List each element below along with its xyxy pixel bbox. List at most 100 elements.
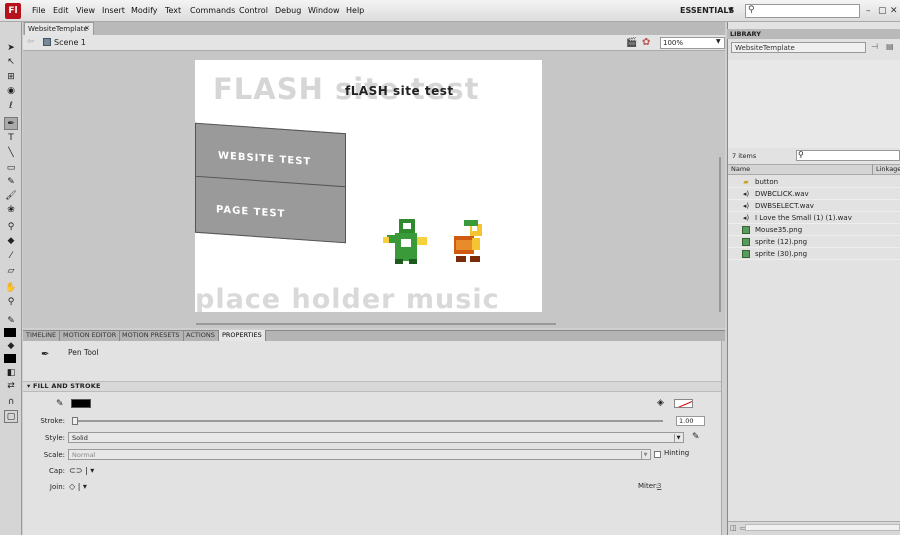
stage[interactable]: FLASH site test fLASH site test WEBSITE … <box>195 60 542 312</box>
new-symbol-icon[interactable]: ◫ <box>730 524 737 532</box>
style-value: Solid <box>72 434 88 442</box>
deco-tool-icon[interactable]: ❀ <box>4 204 18 217</box>
edit-scene-icon[interactable]: 🎬 <box>626 38 637 48</box>
scale-value: Normal <box>72 451 96 459</box>
snap-to-objects-icon[interactable]: ∩ <box>4 396 18 409</box>
stage-vertical-scrollbar[interactable] <box>719 157 721 312</box>
pin-library-icon[interactable]: ⊣ <box>871 42 878 51</box>
stroke-color-swatch[interactable] <box>71 399 91 408</box>
tab-actions[interactable]: ACTIONS <box>183 330 219 341</box>
menu-modify[interactable]: Modify <box>131 6 158 15</box>
bone-tool-icon[interactable]: ⚲ <box>4 221 18 234</box>
library-item[interactable]: ◂) DWBSELECT.wav <box>728 200 900 212</box>
lasso-tool-icon[interactable]: ℓ <box>4 100 18 113</box>
eyedropper-tool-icon[interactable]: ⁄ <box>4 250 18 263</box>
library-horizontal-scrollbar[interactable] <box>745 524 900 531</box>
chevron-down-icon[interactable]: ▼ <box>728 6 733 14</box>
properties-scrollbar[interactable] <box>721 341 725 535</box>
tab-properties[interactable]: PROPERTIES <box>219 330 266 341</box>
fill-color-swatch[interactable] <box>4 354 16 363</box>
stroke-slider-thumb[interactable] <box>72 417 78 425</box>
menu-view[interactable]: View <box>76 6 95 15</box>
workspace-switcher[interactable]: ESSENTIALS <box>680 6 734 15</box>
back-arrow-icon[interactable]: ⇦ <box>27 37 35 47</box>
brush-tool-icon[interactable]: 🖌 <box>4 190 18 203</box>
close-tab-icon[interactable]: × <box>84 22 90 34</box>
library-search-input[interactable] <box>796 150 900 161</box>
library-item[interactable]: ◂) I Love the Small (1) (1).wav <box>728 212 900 224</box>
new-library-panel-icon[interactable]: ▤ <box>886 42 894 51</box>
menu-file[interactable]: File <box>32 6 45 15</box>
tab-motion-presets[interactable]: MOTION PRESETS <box>119 330 184 341</box>
chevron-down-icon[interactable]: ▼ <box>716 38 721 45</box>
hand-tool-icon[interactable]: ✋ <box>4 282 18 295</box>
column-name[interactable]: Name <box>731 165 750 173</box>
minimize-button[interactable]: – <box>866 6 871 16</box>
page-test-button[interactable]: PAGE TEST <box>195 175 346 244</box>
edit-stroke-style-icon[interactable]: ✎ <box>692 432 700 442</box>
library-item-name: I Love the Small (1) (1).wav <box>755 214 852 222</box>
menu-control[interactable]: Control <box>239 6 268 15</box>
subselection-tool-icon[interactable]: ↖ <box>4 56 18 69</box>
fill-color-bucket-icon[interactable]: ◆ <box>4 340 18 353</box>
column-divider[interactable] <box>872 164 873 175</box>
eraser-tool-icon[interactable]: ▱ <box>4 265 18 278</box>
scale-select[interactable]: Normal ▼ <box>68 449 651 460</box>
pencil-tool-icon[interactable]: ✎ <box>4 176 18 189</box>
hinting-checkbox[interactable] <box>654 451 661 458</box>
menu-window[interactable]: Window <box>308 6 340 15</box>
text-tool-icon[interactable]: T <box>4 132 18 145</box>
menu-debug[interactable]: Debug <box>275 6 301 15</box>
miter-input[interactable]: 3 <box>657 482 661 490</box>
koopa-troopa-sprite[interactable] <box>448 218 488 266</box>
selection-tool-icon[interactable]: ➤ <box>4 42 18 55</box>
help-search-input[interactable] <box>745 4 860 18</box>
stroke-label: Stroke: <box>40 417 65 425</box>
swap-colors-icon[interactable]: ⇄ <box>4 380 18 393</box>
scene-breadcrumb[interactable]: Scene 1 <box>54 38 86 47</box>
3d-rotation-tool-icon[interactable]: ◉ <box>4 85 18 98</box>
website-test-label: WEBSITE TEST <box>218 150 312 168</box>
style-select[interactable]: Solid ▼ <box>68 432 684 443</box>
line-tool-icon[interactable]: ╲ <box>4 147 18 160</box>
menu-help[interactable]: Help <box>346 6 364 15</box>
library-item[interactable]: Mouse35.png <box>728 224 900 236</box>
cap-select[interactable]: ⊂⊃ | ▾ <box>69 466 94 475</box>
stroke-color-pencil-icon[interactable]: ✎ <box>4 315 18 328</box>
zoom-tool-icon[interactable]: ⚲ <box>4 296 18 309</box>
menu-text[interactable]: Text <box>165 6 181 15</box>
close-button[interactable]: ✕ <box>890 6 898 16</box>
stroke-slider-track[interactable] <box>75 420 663 422</box>
cap-label: Cap: <box>49 467 65 475</box>
join-select[interactable]: ◇ | ▾ <box>69 482 87 491</box>
tab-motion-editor[interactable]: MOTION EDITOR <box>60 330 121 341</box>
library-item[interactable]: sprite (12).png <box>728 236 900 248</box>
library-item[interactable]: ▰ button <box>728 176 900 188</box>
library-item[interactable]: sprite (30).png <box>728 248 900 260</box>
menu-insert[interactable]: Insert <box>102 6 125 15</box>
green-koopa-sprite[interactable] <box>381 215 429 265</box>
flash-app-icon[interactable]: Fl <box>5 3 21 19</box>
stroke-width-input[interactable]: 1.00 <box>676 416 705 426</box>
menu-edit[interactable]: Edit <box>53 6 69 15</box>
page-test-label: PAGE TEST <box>216 204 286 221</box>
black-white-icon[interactable]: ◧ <box>4 367 18 380</box>
rectangle-tool-icon[interactable]: ▭ <box>4 162 18 175</box>
fill-color-swatch[interactable] <box>674 399 693 408</box>
edit-symbols-icon[interactable]: ✿ <box>642 37 650 48</box>
library-document-select[interactable]: WebsiteTemplate <box>731 42 866 53</box>
column-linkage[interactable]: Linkage <box>876 165 900 173</box>
menu-commands[interactable]: Commands <box>190 6 235 15</box>
stroke-color-swatch[interactable] <box>4 328 16 337</box>
paint-bucket-tool-icon[interactable]: ◆ <box>4 235 18 248</box>
object-drawing-icon[interactable]: ▢ <box>4 410 18 423</box>
library-item[interactable]: ◂) DWBCLICK.wav <box>728 188 900 200</box>
free-transform-tool-icon[interactable]: ⊞ <box>4 71 18 84</box>
fill-stroke-section-header[interactable] <box>23 381 725 392</box>
bitmap-icon <box>742 250 750 258</box>
maximize-button[interactable]: ▢ <box>878 6 887 16</box>
pen-tool-icon[interactable]: ✒ <box>4 117 18 130</box>
tab-library[interactable]: LIBRARY <box>730 29 761 39</box>
tab-timeline[interactable]: TIMELINE <box>23 330 61 341</box>
stage-horizontal-scrollbar[interactable] <box>196 323 556 325</box>
